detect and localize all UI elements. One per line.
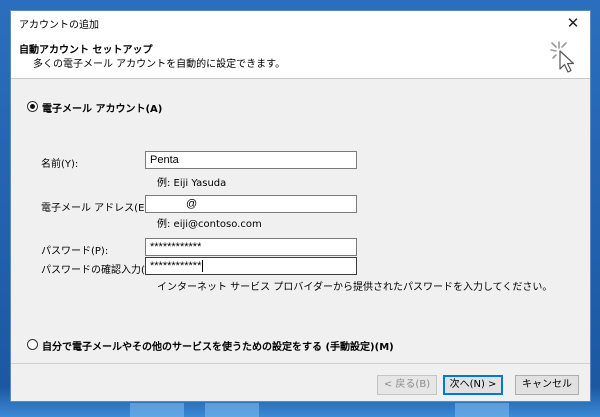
back-button[interactable]: < 戻る(B) <box>377 375 437 395</box>
next-button[interactable]: 次へ(N) > <box>443 375 503 395</box>
manual-setup-radio-label[interactable]: 自分で電子メールやその他のサービスを使うための設定をする (手動設定)(M) <box>42 338 394 353</box>
password-confirm-label: パスワードの確認入力(T): <box>41 265 159 276</box>
password-hint: インターネット サービス プロバイダーから提供されたパスワードを入力してください… <box>157 282 553 293</box>
cancel-button[interactable]: キャンセル <box>515 375 579 395</box>
manual-setup-radio[interactable] <box>27 339 38 350</box>
header-title: 自動アカウント セットアップ <box>19 45 153 56</box>
password-confirm-input[interactable]: ************ <box>145 257 357 275</box>
window-title: アカウントの追加 <box>19 20 99 31</box>
add-account-dialog: アカウントの追加 ✕ 自動アカウント セットアップ 多くの電子メール アカウント… <box>10 10 591 402</box>
password-label: パスワード(P): <box>41 246 109 257</box>
email-input[interactable]: @ <box>145 195 357 213</box>
name-hint: 例: Eiji Yasuda <box>157 178 227 189</box>
wizard-cursor-icon <box>550 41 575 73</box>
email-hint: 例: eiji@contoso.com <box>157 219 262 230</box>
email-account-radio[interactable] <box>27 101 38 112</box>
header-subtitle: 多くの電子メール アカウントを自動的に設定できます。 <box>33 59 286 70</box>
password-input[interactable]: ************ <box>145 238 357 256</box>
email-label: 電子メール アドレス(E): <box>41 203 152 214</box>
footer-separator <box>11 363 590 364</box>
taskbar-tile <box>205 403 259 417</box>
name-label: 名前(Y): <box>41 159 79 170</box>
text-caret <box>202 260 204 273</box>
wizard-header: 自動アカウント セットアップ 多くの電子メール アカウントを自動的に設定できます… <box>11 35 590 79</box>
title-bar: アカウントの追加 ✕ <box>11 11 590 35</box>
name-input[interactable]: Penta <box>145 151 357 169</box>
close-icon[interactable]: ✕ <box>556 11 590 35</box>
email-account-radio-label[interactable]: 電子メール アカウント(A) <box>42 100 162 115</box>
password-confirm-value: ************ <box>150 260 202 272</box>
taskbar-tile <box>455 403 509 417</box>
taskbar-tile <box>130 403 184 417</box>
